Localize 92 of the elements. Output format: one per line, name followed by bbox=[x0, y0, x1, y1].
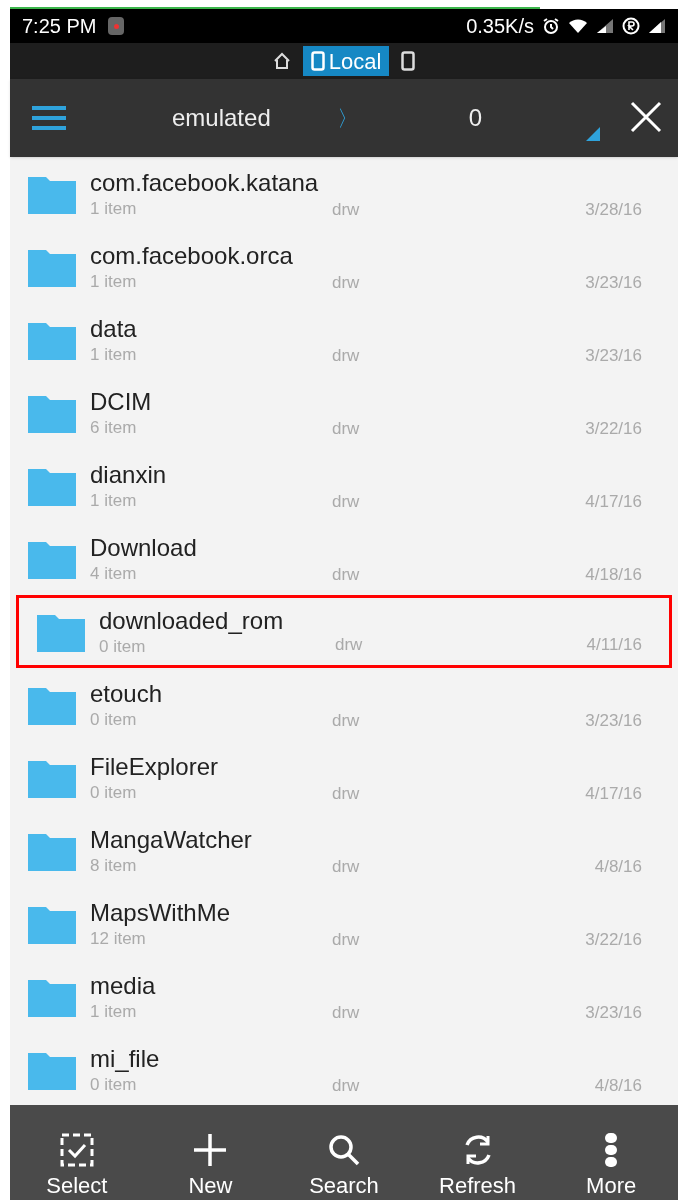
permissions: drw bbox=[332, 855, 360, 878]
permissions: drw bbox=[332, 563, 360, 586]
item-count: 0 item bbox=[90, 1073, 138, 1096]
selection-count: 0 bbox=[468, 103, 483, 133]
item-count: 0 item bbox=[90, 781, 138, 804]
permissions: drw bbox=[332, 271, 360, 294]
phone-icon bbox=[401, 51, 416, 71]
status-time: 7:25 PM bbox=[22, 14, 97, 39]
item-count: 6 item bbox=[90, 416, 138, 439]
folder-name: data bbox=[90, 313, 137, 344]
more-icon bbox=[605, 1133, 618, 1167]
permissions: drw bbox=[332, 1074, 360, 1097]
folder-name: DCIM bbox=[90, 386, 152, 417]
modified-date: 4/17/16 bbox=[585, 490, 642, 513]
folder-row[interactable]: Download 4 item drw 4/18/16 bbox=[10, 522, 678, 595]
folder-name: Download bbox=[90, 532, 197, 563]
modified-date: 3/23/16 bbox=[585, 709, 642, 732]
modified-date: 3/23/16 bbox=[585, 271, 642, 294]
folder-row[interactable]: downloaded_rom 0 item drw 4/11/16 bbox=[16, 595, 672, 668]
more-button[interactable]: More bbox=[556, 1132, 667, 1200]
folder-row[interactable]: media 1 item drw 3/23/16 bbox=[10, 960, 678, 1033]
home-icon bbox=[272, 52, 291, 70]
folder-row[interactable]: dianxin 1 item drw 4/17/16 bbox=[10, 449, 678, 522]
path-separator: 〉 bbox=[336, 104, 359, 133]
item-count: 0 item bbox=[90, 708, 138, 731]
folder-name: media bbox=[90, 970, 156, 1001]
search-button[interactable]: Search bbox=[289, 1132, 399, 1200]
item-count: 1 item bbox=[90, 270, 138, 293]
wifi-icon bbox=[568, 18, 588, 34]
folder-name: downloaded_rom bbox=[99, 605, 284, 636]
item-count: 1 item bbox=[90, 1000, 138, 1023]
modified-date: 4/8/16 bbox=[594, 1074, 642, 1097]
alarm-icon bbox=[542, 17, 560, 35]
permissions: drw bbox=[332, 198, 360, 221]
folder-row[interactable]: MangaWatcher 8 item drw 4/8/16 bbox=[10, 814, 678, 887]
folder-name: dianxin bbox=[90, 459, 167, 490]
phone-tab[interactable]: Local bbox=[302, 46, 390, 76]
modified-date: 4/8/16 bbox=[594, 855, 642, 878]
modified-date: 3/22/16 bbox=[585, 928, 642, 951]
permissions: drw bbox=[332, 344, 360, 367]
registered-icon bbox=[622, 17, 640, 35]
new-button[interactable]: New bbox=[155, 1132, 266, 1200]
network-speed: 0.35K/s bbox=[466, 14, 534, 39]
phone-icon bbox=[310, 51, 325, 71]
modified-date: 4/18/16 bbox=[585, 563, 642, 586]
menu-icon[interactable] bbox=[32, 105, 66, 131]
select-button[interactable]: Select bbox=[21, 1132, 132, 1200]
permissions: drw bbox=[332, 709, 360, 732]
folder-row[interactable]: mi_file 0 item drw 4/8/16 bbox=[10, 1033, 678, 1105]
item-count: 12 item bbox=[90, 927, 147, 950]
permissions: drw bbox=[332, 782, 360, 805]
folder-name: com.facebook.orca bbox=[90, 240, 293, 271]
folder-name: MapsWithMe bbox=[90, 897, 231, 928]
permissions: drw bbox=[332, 417, 360, 440]
corner-triangle-icon bbox=[586, 127, 600, 141]
folder-row[interactable]: etouch 0 item drw 3/23/16 bbox=[10, 668, 678, 741]
modified-date: 3/23/16 bbox=[585, 344, 642, 367]
folder-row[interactable]: MapsWithMe 12 item drw 3/22/16 bbox=[10, 887, 678, 960]
folder-name: etouch bbox=[90, 678, 163, 709]
item-count: 1 item bbox=[90, 489, 138, 512]
modified-date: 3/28/16 bbox=[585, 198, 642, 221]
folder-row[interactable]: data 1 item drw 3/23/16 bbox=[10, 303, 678, 376]
modified-date: 4/17/16 bbox=[585, 782, 642, 805]
refresh-button[interactable]: Refresh bbox=[422, 1132, 533, 1200]
permissions: drw bbox=[332, 1001, 360, 1024]
select-icon bbox=[59, 1133, 94, 1167]
folder-path[interactable]: emulated bbox=[172, 100, 271, 136]
folder-row[interactable]: com.facebook.orca 1 item drw 3/23/16 bbox=[10, 230, 678, 303]
modified-date: 3/23/16 bbox=[585, 1001, 642, 1024]
plus-icon bbox=[193, 1133, 228, 1167]
item-count: 1 item bbox=[90, 197, 138, 220]
folder-row[interactable]: com.facebook.katana 1 item drw 3/28/16 bbox=[10, 157, 678, 230]
item-count: 4 item bbox=[90, 562, 138, 585]
folder-name: com.facebook.katana bbox=[90, 167, 319, 198]
permissions: drw bbox=[335, 633, 363, 656]
search-icon bbox=[327, 1133, 361, 1167]
folder-name: mi_file bbox=[90, 1043, 160, 1074]
signal-icon bbox=[648, 18, 666, 34]
folder-row[interactable]: DCIM 6 item drw 3/22/16 bbox=[10, 376, 678, 449]
folder-name: FileExplorer bbox=[90, 751, 219, 782]
permissions: drw bbox=[332, 490, 360, 513]
item-count: 1 item bbox=[90, 343, 137, 366]
folder-row[interactable]: FileExplorer 0 item drw 4/17/16 bbox=[10, 741, 678, 814]
item-count: 0 item bbox=[99, 635, 147, 658]
modified-date: 3/22/16 bbox=[585, 417, 642, 440]
modified-date: 4/11/16 bbox=[586, 633, 642, 656]
close-icon[interactable] bbox=[630, 101, 662, 133]
signal-icon bbox=[596, 18, 614, 34]
notification-icon bbox=[108, 17, 125, 35]
item-count: 8 item bbox=[90, 854, 138, 877]
permissions: drw bbox=[332, 928, 360, 951]
folder-name: MangaWatcher bbox=[90, 824, 252, 855]
